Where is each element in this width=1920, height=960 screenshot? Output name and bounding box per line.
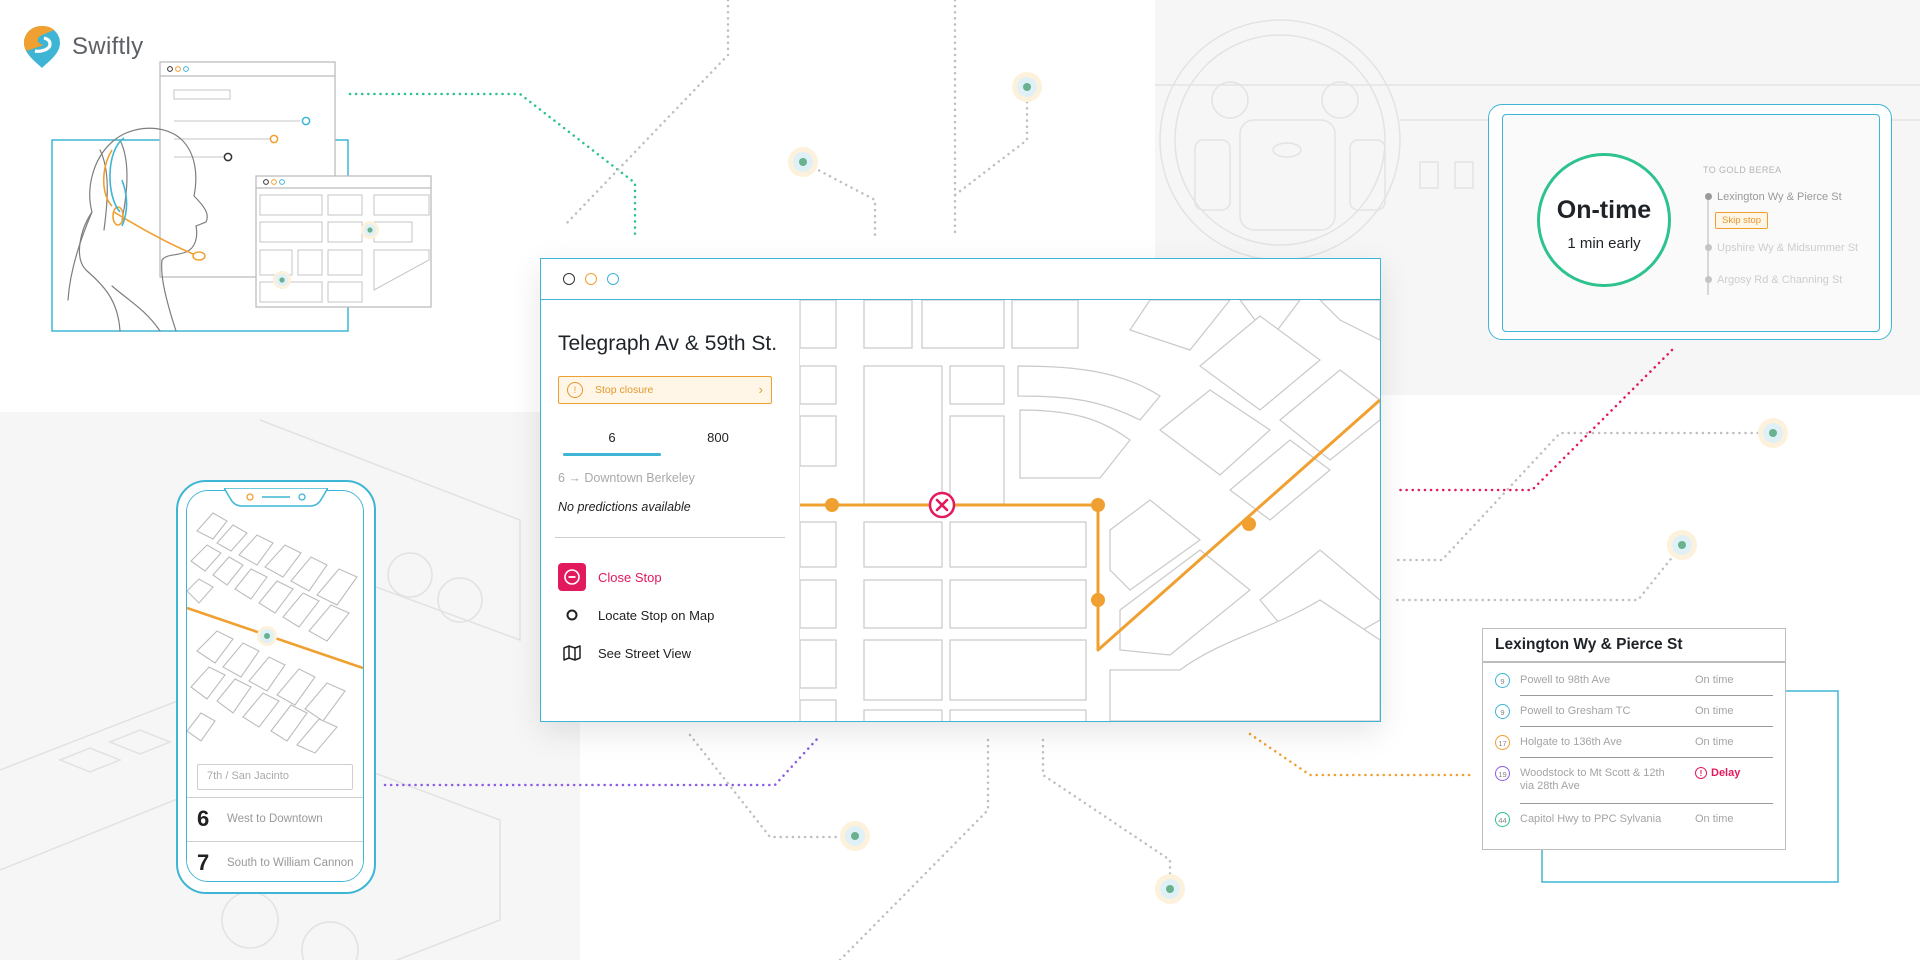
skip-stop-button[interactable]: Skip stop bbox=[1715, 212, 1769, 229]
phone-notch bbox=[224, 488, 328, 507]
status-detail: 1 min early bbox=[1567, 235, 1641, 252]
arrival-row[interactable]: 19 Woodstock to Mt Scott & 12th via 28th… bbox=[1483, 758, 1785, 802]
timeline-dot bbox=[1705, 276, 1712, 283]
phone-screen: 7th / San Jacinto 6 West to Downtown 7 S… bbox=[186, 490, 364, 882]
route-number: 6 bbox=[197, 806, 210, 831]
route-badge: 17 bbox=[1495, 735, 1510, 750]
stop-arrivals-card: Lexington Wy & Pierce St 9 Powell to 98t… bbox=[1482, 628, 1786, 850]
stop-title: Telegraph Av & 59th St. bbox=[558, 332, 778, 355]
arrivals-title: Lexington Wy & Pierce St bbox=[1495, 636, 1683, 653]
direction-label: TO GOLD BEREA bbox=[1703, 165, 1782, 175]
swiftly-logo-icon bbox=[24, 26, 60, 68]
window-maximize-dot[interactable] bbox=[607, 273, 619, 285]
closed-stop-marker bbox=[928, 491, 956, 519]
arrival-row[interactable]: 9 Powell to 98th Ave On time bbox=[1483, 665, 1785, 696]
support-illustration bbox=[51, 61, 432, 332]
arrival-destination: Capitol Hwy to PPC Sylvania bbox=[1520, 813, 1662, 825]
arrival-row[interactable]: 9 Powell to Gresham TC On time bbox=[1483, 696, 1785, 727]
street-view-action[interactable]: See Street View bbox=[558, 639, 691, 667]
tab-route-6[interactable]: 6 bbox=[562, 430, 662, 445]
arrival-destination: Holgate to 136th Ave bbox=[1520, 736, 1622, 748]
window-minimize-dot[interactable] bbox=[585, 273, 597, 285]
active-tab-indicator bbox=[563, 453, 661, 456]
alert-circle-icon: ! bbox=[567, 382, 583, 398]
arrival-status: On time bbox=[1695, 674, 1734, 686]
arrival-destination: Powell to Gresham TC bbox=[1520, 705, 1631, 717]
route-badge: 19 bbox=[1495, 766, 1510, 781]
header-divider bbox=[1483, 661, 1785, 663]
no-predictions-text: No predictions available bbox=[558, 500, 691, 514]
locate-stop-label: Locate Stop on Map bbox=[598, 607, 715, 623]
arrival-destination: Powell to 98th Ave bbox=[1520, 674, 1611, 686]
arrival-row[interactable]: 17 Holgate to 136th Ave On time bbox=[1483, 727, 1785, 758]
route-badge: 9 bbox=[1495, 704, 1510, 719]
stop-closure-alert[interactable]: ! Stop closure › bbox=[558, 376, 772, 404]
chevron-right-icon: › bbox=[758, 382, 763, 397]
route-number: 7 bbox=[197, 850, 210, 875]
driver-display: On-time 1 min early TO GOLD BEREA Lexing… bbox=[1502, 114, 1880, 332]
arrival-status-delay: ! Delay bbox=[1695, 767, 1740, 779]
route-badge: 9 bbox=[1495, 673, 1510, 688]
arrival-row[interactable]: 44 Capitol Hwy to PPC Sylvania On time bbox=[1483, 804, 1785, 848]
stop-sidebar: Telegraph Av & 59th St. ! Stop closure ›… bbox=[541, 300, 800, 721]
brand-logo[interactable]: Swiftly bbox=[22, 24, 143, 70]
close-stop-label: Close Stop bbox=[598, 569, 662, 585]
on-time-status-card: On-time 1 min early TO GOLD BEREA Lexing… bbox=[1488, 104, 1892, 340]
sidebar-divider bbox=[555, 537, 785, 538]
alert-label: Stop closure bbox=[595, 384, 654, 396]
minus-circle-icon bbox=[558, 563, 586, 591]
route-map[interactable] bbox=[800, 300, 1380, 721]
rider-phone: 7th / San Jacinto 6 West to Downtown 7 S… bbox=[176, 480, 376, 894]
timeline-dot-current bbox=[1705, 193, 1712, 200]
phone-route-row[interactable]: 6 West to Downtown bbox=[187, 797, 363, 842]
window-titlebar bbox=[541, 259, 1380, 300]
phone-route-row[interactable]: 7 South to William Cannon bbox=[187, 841, 363, 881]
timeline-dot bbox=[1705, 244, 1712, 251]
delay-label: Delay bbox=[1711, 767, 1741, 779]
route-direction: 6 → Downtown Berkeley bbox=[558, 471, 695, 485]
brand-name: Swiftly bbox=[72, 33, 144, 60]
close-stop-action[interactable]: Close Stop bbox=[558, 563, 662, 591]
tab-route-800[interactable]: 800 bbox=[668, 430, 768, 445]
locate-stop-action[interactable]: Locate Stop on Map bbox=[558, 601, 714, 629]
phone-search-input[interactable]: 7th / San Jacinto bbox=[197, 764, 353, 790]
arrival-status: On time bbox=[1695, 705, 1734, 717]
arrival-status: On time bbox=[1695, 736, 1734, 748]
status-title: On-time bbox=[1556, 196, 1652, 224]
route-destination: South to William Cannon bbox=[227, 857, 354, 869]
timeline-stop-current: Lexington Wy & Pierce St bbox=[1717, 191, 1842, 203]
on-time-indicator: On-time 1 min early bbox=[1537, 153, 1671, 287]
alert-circle-icon: ! bbox=[1695, 767, 1707, 779]
route-destination: West to Downtown bbox=[227, 813, 323, 825]
timeline-stop: Argosy Rd & Channing St bbox=[1717, 274, 1843, 286]
window-close-dot[interactable] bbox=[563, 273, 575, 285]
map-icon bbox=[558, 639, 586, 667]
circle-icon bbox=[558, 601, 586, 629]
route-badge: 44 bbox=[1495, 812, 1510, 827]
timeline-stop: Upshire Wy & Midsummer St bbox=[1717, 242, 1859, 254]
street-view-label: See Street View bbox=[598, 645, 691, 661]
arrival-status: On time bbox=[1695, 813, 1734, 825]
stop-detail-window: Telegraph Av & 59th St. ! Stop closure ›… bbox=[540, 258, 1381, 722]
arrival-destination: Woodstock to Mt Scott & 12th via 28th Av… bbox=[1520, 767, 1665, 792]
